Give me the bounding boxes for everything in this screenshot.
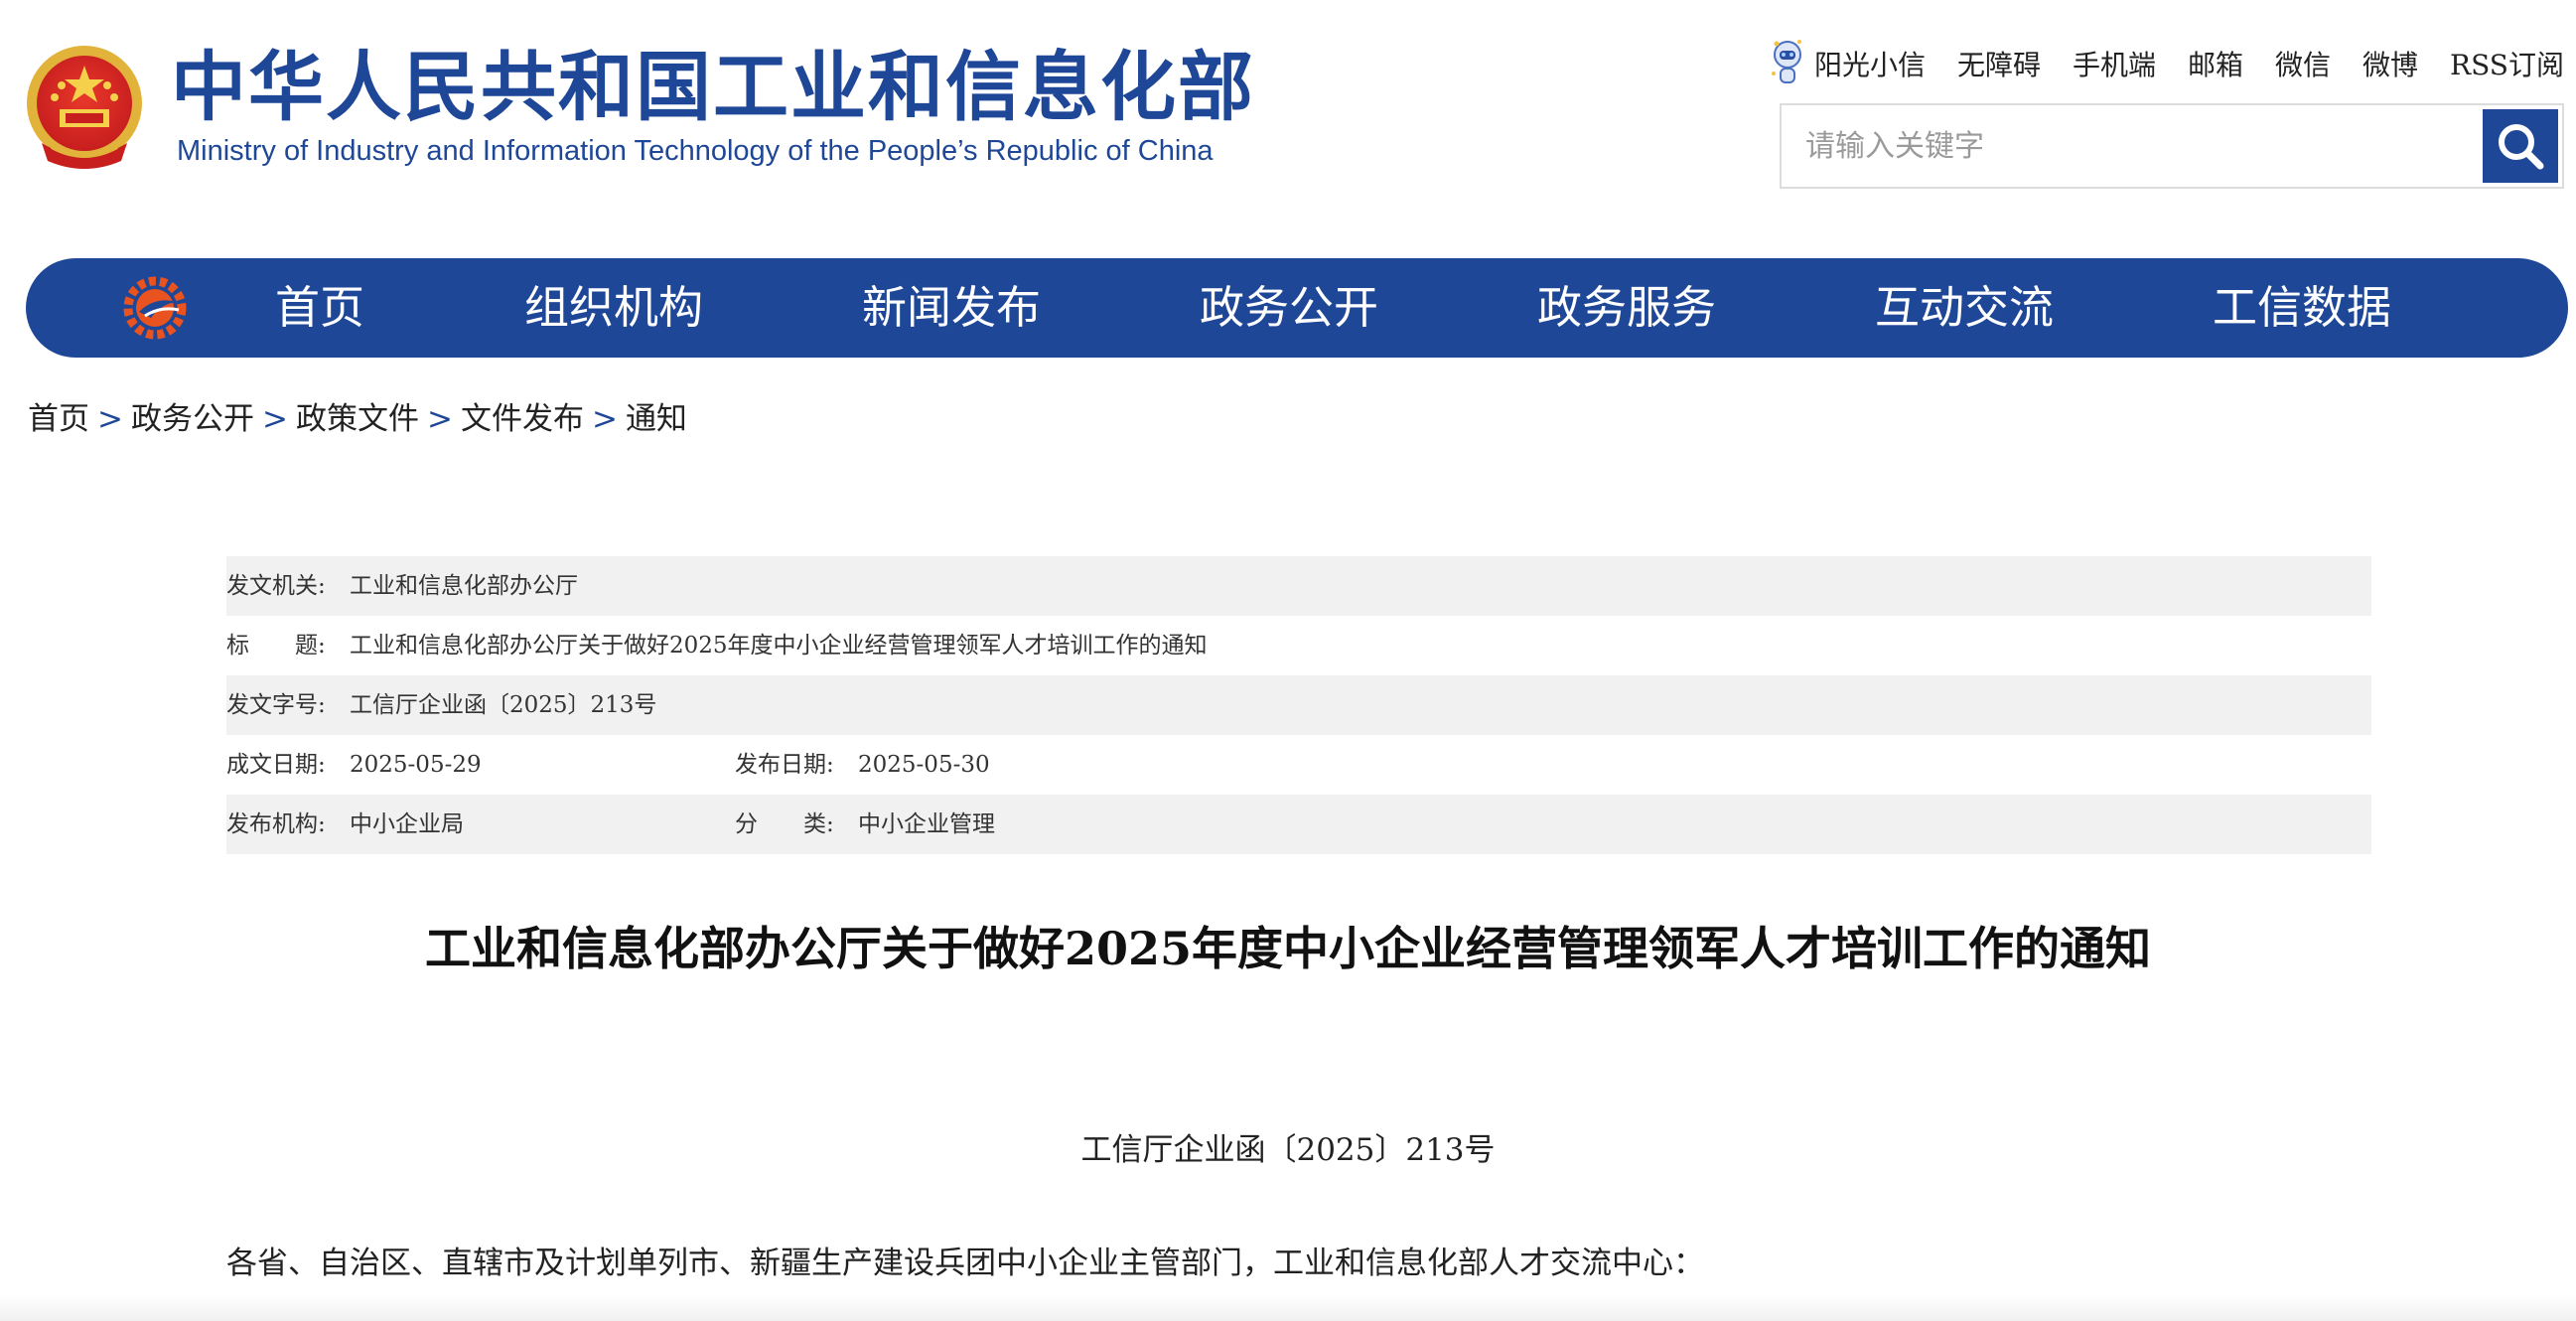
meta-cell: 分 类: 中小企业管理 [735, 795, 995, 854]
meta-value-doc-number: 工信厅企业函〔2025〕213号 [350, 692, 657, 718]
meta-row-agency: 发布机构: 中小企业局 分 类: 中小企业管理 [226, 795, 2371, 854]
breadcrumb-item-policy-documents[interactable]: 政策文件 [296, 401, 419, 437]
page-bottom-fade [0, 1295, 2576, 1321]
search-input[interactable] [1782, 105, 2524, 187]
meta-cell: 标 题: 工业和信息化部办公厅关于做好2025年度中小企业经营管理领军人才培训工作… [226, 616, 1208, 675]
meta-label-issuer: 发文机关: [226, 573, 326, 599]
breadcrumb: 首页 > 政务公开 > 政策文件 > 文件发布 > 通知 [28, 393, 687, 438]
meta-label-created-date: 成文日期: [226, 752, 326, 778]
article-addressee: 各省、自治区、直辖市及计划单列市、新疆生产建设兵团中小企业主管部门，工业和信息化… [226, 1246, 1704, 1281]
nav-news[interactable]: 新闻发布 [862, 258, 1041, 358]
meta-label-agency: 发布机构: [226, 811, 326, 837]
search-button[interactable] [2483, 109, 2558, 183]
meta-row-title: 标 题: 工业和信息化部办公厅关于做好2025年度中小企业经营管理领军人才培训工作… [226, 616, 2371, 675]
site-title-en: Ministry of Industry and Information Tec… [177, 135, 1214, 167]
meta-value-title: 工业和信息化部办公厅关于做好2025年度中小企业经营管理领军人才培训工作的通知 [350, 633, 1208, 659]
top-link-label: 阳光小信 [1813, 49, 1926, 81]
breadcrumb-item-home[interactable]: 首页 [28, 401, 89, 437]
site-header: 中华人民共和国工业和信息化部 Ministry of Industry and … [0, 0, 2576, 248]
meta-value-agency: 中小企业局 [350, 811, 464, 837]
meta-row-dates: 成文日期: 2025-05-29 发布日期: 2025-05-30 [226, 735, 2371, 795]
top-links: 阳光小信 无障碍 手机端 邮箱 微信 微博 RSS订阅 [1771, 38, 2564, 89]
meta-value-created-date: 2025-05-29 [350, 752, 482, 778]
meta-label-title: 标 题: [226, 633, 326, 659]
ministry-gear-logo-icon[interactable] [121, 274, 189, 342]
article-title: 工业和信息化部办公厅关于做好2025年度中小企业经营管理领军人才培训工作的通知 [424, 922, 2152, 975]
breadcrumb-separator: > [97, 401, 123, 437]
meta-label-published-date: 发布日期: [735, 752, 834, 778]
top-link-rss[interactable]: RSS订阅 [2450, 44, 2564, 83]
meta-row-issuer: 发文机关: 工业和信息化部办公厅 [226, 556, 2371, 616]
meta-cell: 发布机构: 中小企业局 [226, 795, 464, 854]
top-link-wechat[interactable]: 微信 [2275, 44, 2331, 83]
breadcrumb-separator: > [591, 401, 618, 437]
nav-organization[interactable]: 组织机构 [524, 258, 703, 358]
meta-label-category: 分 类: [735, 811, 834, 837]
top-link-mobile[interactable]: 手机端 [2073, 44, 2156, 83]
meta-cell: 发文字号: 工信厅企业函〔2025〕213号 [226, 675, 656, 735]
meta-cell: 成文日期: 2025-05-29 [226, 735, 482, 795]
meta-value-issuer: 工业和信息化部办公厅 [350, 573, 578, 599]
nav-interaction[interactable]: 互动交流 [1875, 258, 2054, 358]
meta-cell: 发布日期: 2025-05-30 [735, 735, 990, 795]
search-box [1780, 103, 2564, 189]
top-link-accessibility[interactable]: 无障碍 [1957, 44, 2041, 83]
main-nav: 首页 组织机构 新闻发布 政务公开 政务服务 互动交流 工信数据 [26, 258, 2568, 358]
breadcrumb-item-document-release[interactable]: 文件发布 [461, 401, 584, 437]
meta-cell: 发文机关: 工业和信息化部办公厅 [226, 556, 578, 616]
top-link-sunshine-assistant[interactable]: 阳光小信 [1771, 38, 1926, 89]
meta-value-published-date: 2025-05-30 [858, 752, 990, 778]
search-icon [2499, 124, 2544, 170]
national-emblem-icon[interactable] [22, 44, 147, 177]
nav-data[interactable]: 工信数据 [2213, 258, 2391, 358]
article-doc-number: 工信厅企业函〔2025〕213号 [1080, 1132, 1496, 1168]
breadcrumb-item-government-affairs[interactable]: 政务公开 [131, 401, 254, 437]
nav-government-services[interactable]: 政务服务 [1537, 258, 1716, 358]
top-link-mailbox[interactable]: 邮箱 [2188, 44, 2243, 83]
site-title-cn: 中华人民共和国工业和信息化部 [171, 43, 1255, 131]
breadcrumb-separator: > [426, 401, 453, 437]
nav-government-affairs[interactable]: 政务公开 [1200, 258, 1378, 358]
document-meta-table: 发文机关: 工业和信息化部办公厅 标 题: 工业和信息化部办公厅关于做好2025年度… [226, 556, 2371, 854]
meta-label-doc-number: 发文字号: [226, 692, 326, 718]
meta-value-category: 中小企业管理 [858, 811, 995, 837]
nav-home[interactable]: 首页 [275, 258, 364, 358]
top-link-weibo[interactable]: 微博 [2362, 44, 2418, 83]
meta-row-doc-number: 发文字号: 工信厅企业函〔2025〕213号 [226, 675, 2371, 735]
breadcrumb-item-notice[interactable]: 通知 [626, 401, 687, 437]
robot-assistant-icon [1771, 40, 1801, 83]
breadcrumb-separator: > [261, 401, 288, 437]
